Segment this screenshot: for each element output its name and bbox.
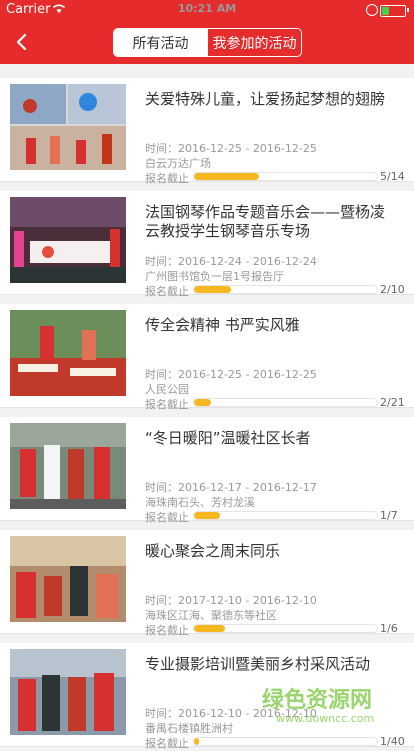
activity-item[interactable]: 关爱特殊儿童，让爱扬起梦想的翅膀 时间：2016-12-25 - 2016-12…: [0, 78, 414, 185]
progress-fill: [194, 173, 260, 180]
activity-place: 白云万达广场: [145, 157, 211, 170]
activity-title: 暖心聚会之周末同乐: [145, 542, 281, 560]
activity-thumbnail: [10, 84, 126, 170]
signup-count: 2/10: [380, 283, 405, 296]
clock: 10:21 AM: [177, 2, 237, 15]
signup-count: 1/6: [380, 622, 398, 635]
battery-icon: [380, 5, 406, 17]
status-bar: Carrier 10:21 AM: [0, 0, 414, 20]
signup-count: 1/7: [380, 509, 398, 522]
nav-bar: 所有活动 我参加的活动: [0, 20, 414, 64]
back-button[interactable]: [8, 28, 36, 56]
signup-progress-bar: [193, 737, 378, 746]
tab-all-activities[interactable]: 所有活动: [114, 29, 207, 56]
activity-item[interactable]: “冬日暖阳”温暖社区长者 时间：2016-12-17 - 2016-12-17 …: [0, 417, 414, 524]
signup-deadline-label: 报名截止: [145, 737, 189, 750]
progress-fill: [194, 625, 225, 632]
chevron-left-icon: [16, 33, 27, 51]
activity-item[interactable]: 法国钢琴作品专题音乐会——暨杨凌云教授学生钢琴音乐专场 时间：2016-12-2…: [0, 191, 414, 298]
activity-thumbnail: [10, 649, 126, 735]
signup-deadline-label: 报名截止: [145, 398, 189, 411]
signup-progress-bar: [193, 398, 378, 407]
signup-progress-bar: [193, 624, 378, 633]
activity-title: 传全会精神 书严实风雅: [145, 316, 300, 334]
orientation-lock-icon: [366, 4, 378, 16]
activity-thumbnail: [10, 536, 126, 622]
watermark: 绿色资源网 www.downcc.com: [262, 682, 410, 730]
activity-time: 时间：2016-12-25 - 2016-12-25: [145, 368, 317, 381]
activity-time: 时间：2016-12-25 - 2016-12-25: [145, 142, 317, 155]
activity-title: 法国钢琴作品专题音乐会——暨杨凌云教授学生钢琴音乐专场: [145, 203, 386, 240]
activity-place: 海珠南石头、芳村龙溪: [145, 496, 255, 509]
progress-fill: [194, 512, 221, 519]
watermark-text: 绿色资源网: [262, 688, 373, 713]
signup-deadline-label: 报名截止: [145, 624, 189, 637]
signup-count: 1/40: [380, 735, 405, 748]
activity-thumbnail: [10, 423, 126, 509]
activity-thumbnail: [10, 197, 126, 283]
activity-time: 时间：2017-12-10 - 2016-12-10: [145, 594, 317, 607]
activity-place: 广州图书馆负一层1号报告厅: [145, 270, 284, 283]
activity-time: 时间：2016-12-17 - 2016-12-17: [145, 481, 317, 494]
progress-fill: [194, 286, 231, 293]
activity-title: “冬日暖阳”温暖社区长者: [145, 429, 311, 447]
signup-progress-bar: [193, 285, 378, 294]
activity-place: 人民公园: [145, 383, 189, 396]
tab-my-activities[interactable]: 我参加的活动: [207, 29, 301, 56]
progress-fill: [194, 738, 199, 745]
activity-segmented-control: 所有活动 我参加的活动: [113, 28, 302, 57]
activity-place: 番禺石楼镇胜洲村: [145, 722, 233, 735]
signup-deadline-label: 报名截止: [145, 511, 189, 524]
signup-deadline-label: 报名截止: [145, 172, 189, 185]
activity-item[interactable]: 传全会精神 书严实风雅 时间：2016-12-25 - 2016-12-25 人…: [0, 304, 414, 411]
signup-progress-bar: [193, 172, 378, 181]
battery-nub: [407, 8, 409, 12]
activity-thumbnail: [10, 310, 126, 396]
signup-deadline-label: 报名截止: [145, 285, 189, 298]
activity-place: 海珠区江海、聚德东等社区: [145, 609, 277, 622]
progress-fill: [194, 399, 212, 406]
signup-count: 5/14: [380, 170, 405, 183]
activity-title: 专业摄影培训暨美丽乡村采风活动: [145, 655, 371, 673]
activity-time: 时间：2016-12-24 - 2016-12-24: [145, 255, 317, 268]
activity-title: 关爱特殊儿童，让爱扬起梦想的翅膀: [145, 90, 386, 108]
signup-count: 2/21: [380, 396, 405, 409]
signup-progress-bar: [193, 511, 378, 520]
activity-item[interactable]: 暖心聚会之周末同乐 时间：2017-12-10 - 2016-12-10 海珠区…: [0, 530, 414, 637]
watermark-url: www.downcc.com: [276, 712, 375, 725]
